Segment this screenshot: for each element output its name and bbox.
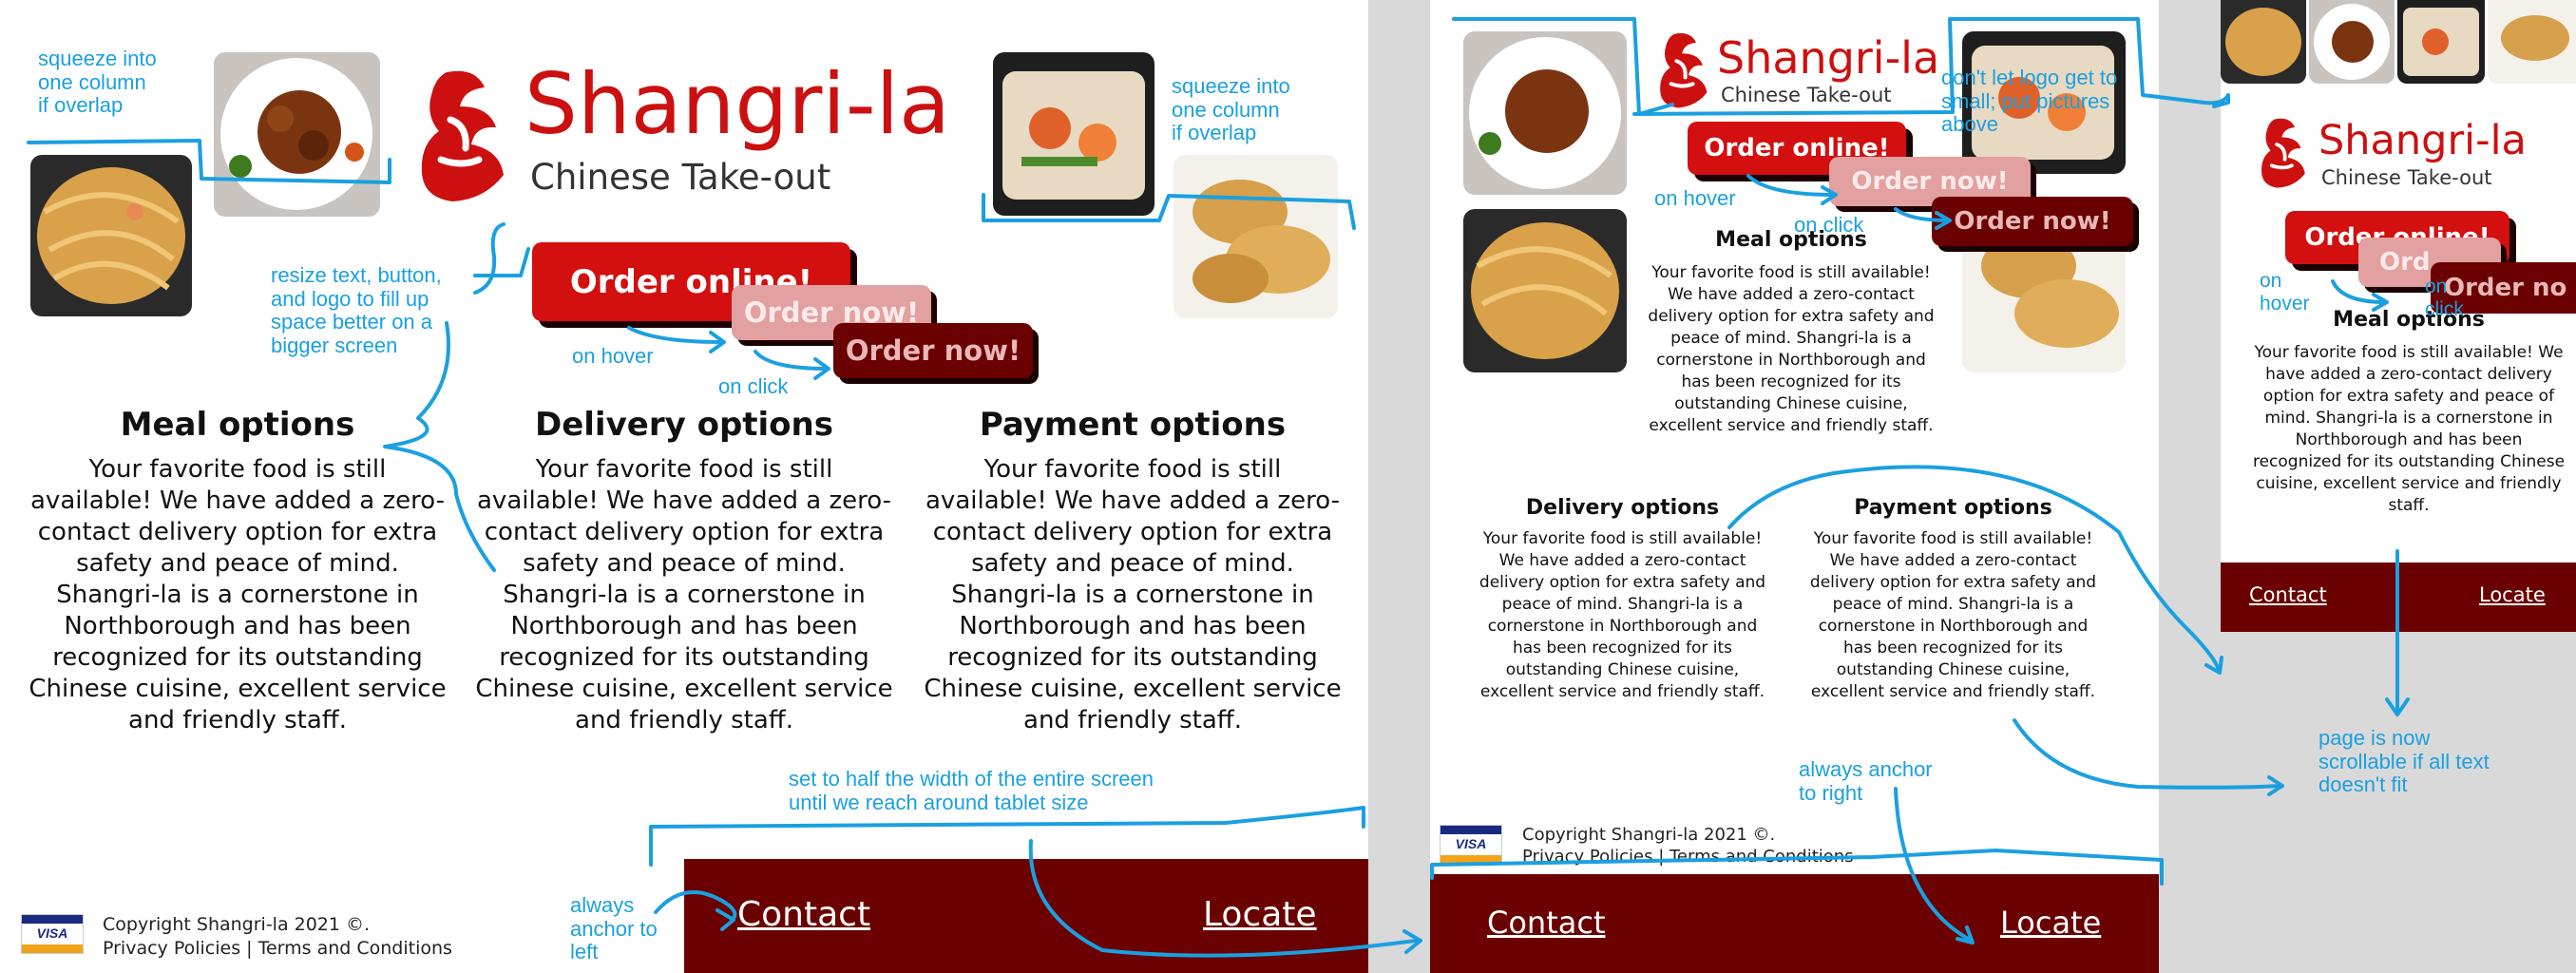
annotation-strokes [27, 17, 2410, 958]
